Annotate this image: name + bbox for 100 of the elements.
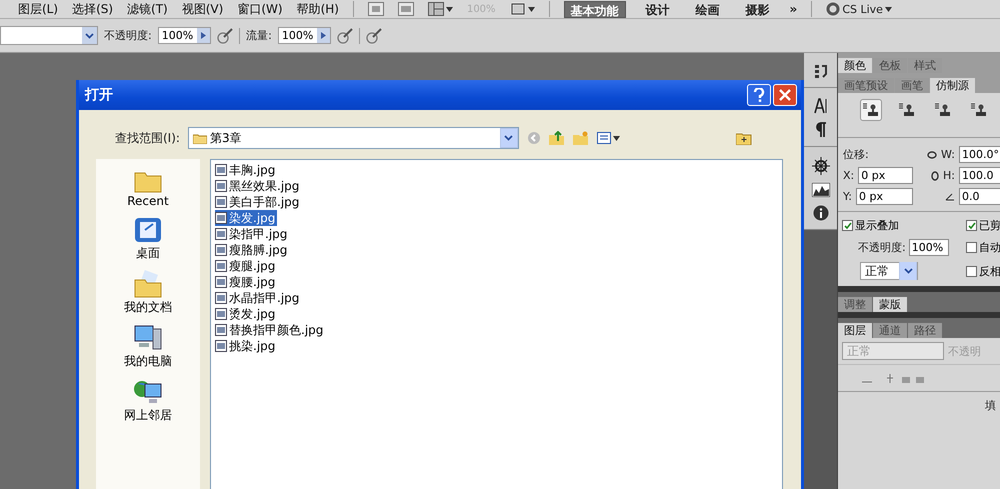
angle-field[interactable]: 0.0: [959, 188, 1000, 205]
flow-field[interactable]: 100%: [278, 27, 332, 44]
file-item[interactable]: 挑染.jpg: [215, 338, 278, 354]
network-computer-icon: [133, 378, 163, 406]
folder-document-icon: [134, 270, 162, 298]
menu-item[interactable]: 滤镜(T): [127, 0, 168, 18]
file-item[interactable]: 瘦胳膊.jpg: [215, 242, 290, 258]
pressure-brush-icon[interactable]: [217, 28, 234, 44]
x-field[interactable]: 0 px: [858, 167, 913, 184]
ring-icon: [826, 2, 840, 16]
file-item[interactable]: 染指甲.jpg: [215, 226, 290, 242]
place-item[interactable]: Recent: [127, 194, 169, 208]
stamp-icon: [971, 103, 987, 117]
histogram-icon[interactable]: [812, 183, 830, 197]
image-file-icon: [215, 164, 227, 176]
panel-tab[interactable]: 蒙版: [873, 297, 907, 312]
x-label: X:: [843, 169, 854, 182]
help-button[interactable]: [747, 84, 771, 106]
offset-label: 位移:: [843, 147, 869, 162]
opacity-label: 不透明度:: [858, 240, 906, 255]
image-file-icon: [215, 196, 227, 208]
file-item[interactable]: 美白手部.jpg: [215, 194, 302, 210]
workspace-button[interactable]: 基本功能: [564, 0, 626, 18]
caret-icon: [528, 6, 535, 12]
image-file-icon: [215, 292, 227, 304]
layer-opacity-label: 不透明: [948, 344, 981, 358]
clone-source-button[interactable]: [860, 99, 882, 121]
navigator-icon[interactable]: [812, 157, 830, 175]
image-file-icon: [215, 276, 227, 288]
look-in-dropdown[interactable]: 第3章: [188, 127, 519, 149]
menu-item[interactable]: 窗口(W): [237, 0, 283, 18]
place-item[interactable]: 网上邻居: [124, 407, 172, 424]
folder-icon: [192, 132, 207, 144]
place-item[interactable]: 桌面: [136, 245, 160, 262]
image-file-icon: [215, 212, 227, 224]
workspace-button[interactable]: 摄影: [740, 0, 776, 18]
stamp-icon: [899, 103, 915, 117]
panel-tab[interactable]: 颜色: [838, 58, 872, 73]
more-button[interactable]: »: [790, 2, 798, 16]
file-item[interactable]: 替换指甲颜色.jpg: [215, 322, 326, 338]
file-item[interactable]: 丰胸.jpg: [215, 162, 278, 178]
panel-tab[interactable]: 仿制源: [930, 78, 975, 93]
menu-item[interactable]: 帮助(H): [296, 0, 339, 18]
y-field[interactable]: 0 px: [856, 188, 913, 205]
angle-icon: [945, 192, 955, 200]
file-item[interactable]: 瘦腰.jpg: [215, 274, 278, 290]
chevron-down-icon: [904, 268, 912, 274]
caret-icon: [612, 136, 620, 140]
panel-tab[interactable]: 图层: [838, 323, 872, 338]
checkbox-label: 显示叠加: [855, 218, 899, 233]
close-button[interactable]: [773, 84, 797, 106]
character-icon[interactable]: [814, 98, 828, 114]
overlay-opacity-field[interactable]: 100%: [908, 239, 949, 256]
airbrush-icon[interactable]: [337, 28, 354, 44]
rotate-icon: [931, 170, 940, 180]
menu-item[interactable]: 选择(S): [72, 0, 114, 18]
file-item[interactable]: 瘦腿.jpg: [215, 258, 278, 274]
checkbox-label: 反相: [979, 264, 1000, 278]
history-icon[interactable]: [814, 63, 828, 79]
place-item[interactable]: 我的电脑: [124, 353, 172, 370]
checkbox[interactable]: [966, 266, 977, 276]
checkbox[interactable]: [966, 242, 977, 253]
file-item[interactable]: 水晶指甲.jpg: [215, 290, 302, 306]
image-file-icon: [215, 308, 227, 320]
desktop-folder-icon[interactable]: [736, 131, 752, 145]
panel-tab[interactable]: 路径: [908, 323, 942, 338]
image-file-icon: [215, 340, 227, 352]
opacity-field[interactable]: 100%: [158, 27, 212, 44]
view-menu-icon[interactable]: [596, 132, 611, 144]
play-icon: [201, 32, 206, 39]
place-item[interactable]: 我的文档: [124, 299, 172, 316]
paragraph-icon[interactable]: [814, 122, 826, 138]
workspace-button[interactable]: 绘画: [690, 0, 726, 18]
width-field[interactable]: 100.0°: [959, 146, 1000, 163]
file-item[interactable]: 染发.jpg: [215, 210, 278, 226]
menu-item[interactable]: 视图(V): [182, 0, 224, 18]
workspace-button[interactable]: 设计: [640, 0, 676, 18]
info-icon[interactable]: [812, 205, 828, 221]
file-item[interactable]: 黑丝效果.jpg: [215, 178, 302, 194]
layout-icon[interactable]: [428, 2, 444, 16]
play-icon: [321, 32, 326, 39]
image-file-icon: [215, 324, 227, 336]
preset-dropdown[interactable]: [0, 26, 98, 45]
app-icon[interactable]: [398, 2, 414, 16]
panel-tab[interactable]: 通道: [873, 323, 907, 338]
image-file-icon: [215, 180, 227, 192]
checkbox[interactable]: [966, 220, 977, 231]
fill-label: 填: [985, 398, 996, 413]
height-field[interactable]: 100.0: [959, 167, 1000, 184]
menu-item[interactable]: 图层(L): [18, 0, 58, 18]
chevron-down-icon: [85, 32, 94, 38]
app-icon[interactable]: [368, 2, 384, 16]
blend-mode-dropdown[interactable]: 正常: [860, 262, 918, 280]
tablet-pressure-icon[interactable]: [366, 28, 382, 44]
screen-mode-icon[interactable]: [510, 2, 526, 16]
file-item[interactable]: 烫发.jpg: [215, 306, 278, 322]
up-folder-icon[interactable]: [548, 131, 565, 145]
checkbox[interactable]: [842, 220, 853, 231]
stamp-icon: [863, 103, 879, 117]
cs-live-menu[interactable]: CS Live: [842, 2, 883, 16]
